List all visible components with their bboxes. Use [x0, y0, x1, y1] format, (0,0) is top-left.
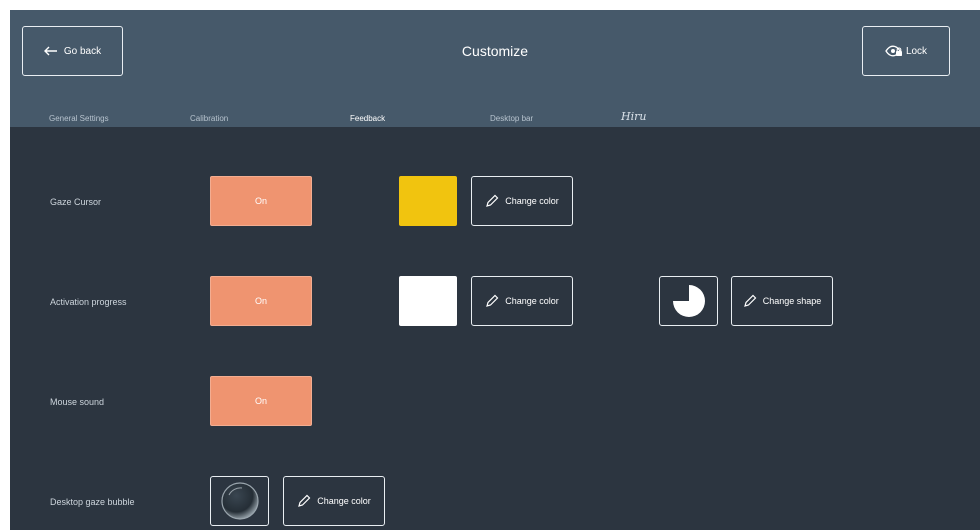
- desktop-gaze-bubble-change-color-button[interactable]: Change color: [283, 476, 385, 526]
- activation-progress-shape-preview: [659, 276, 718, 326]
- activation-progress-color-swatch: [399, 276, 457, 326]
- gaze-cursor-color-swatch: [399, 176, 457, 226]
- mouse-sound-label: Mouse sound: [50, 397, 105, 407]
- page-title: Customize: [461, 43, 529, 59]
- activation-progress-change-shape-label: Change shape: [762, 296, 822, 306]
- activation-progress-toggle[interactable]: On: [210, 276, 312, 326]
- desktop-gaze-bubble-preview: [210, 476, 269, 526]
- active-tab-indicator: [297, 127, 443, 143]
- app-window: Go back Customize Lock General Settings …: [10, 10, 980, 530]
- activation-progress-change-color-button[interactable]: Change color: [471, 276, 573, 326]
- desktop-gaze-bubble-change-color-label: Change color: [317, 496, 371, 506]
- header: Go back Customize Lock General Settings …: [10, 10, 980, 127]
- tab-feedback[interactable]: Feedback: [350, 114, 385, 123]
- pencil-icon: [743, 294, 757, 307]
- tab-hiru[interactable]: Hiru: [621, 110, 646, 123]
- tab-general-settings[interactable]: General Settings: [49, 114, 109, 123]
- gaze-cursor-change-color-button[interactable]: Change color: [471, 176, 573, 226]
- lock-label: Lock: [905, 45, 928, 57]
- activation-progress-change-color-label: Change color: [505, 296, 559, 306]
- eye-lock-icon: [885, 45, 902, 57]
- pencil-icon: [298, 494, 311, 507]
- mouse-sound-toggle[interactable]: On: [210, 376, 312, 426]
- lock-button[interactable]: Lock: [862, 26, 950, 76]
- gaze-cursor-toggle-label: On: [254, 196, 267, 206]
- activation-progress-label: Activation progress: [50, 297, 127, 307]
- activation-progress-toggle-label: On: [254, 296, 267, 306]
- pencil-icon: [486, 294, 499, 307]
- activation-progress-change-shape-button[interactable]: Change shape: [731, 276, 833, 326]
- gaze-cursor-change-color-label: Change color: [505, 196, 559, 206]
- tab-calibration[interactable]: Calibration: [190, 114, 228, 123]
- gaze-cursor-toggle[interactable]: On: [210, 176, 312, 226]
- pencil-icon: [486, 194, 499, 207]
- pie-progress-icon: [672, 285, 705, 317]
- mouse-sound-toggle-label: On: [254, 396, 267, 406]
- gaze-cursor-label: Gaze Cursor: [50, 197, 102, 207]
- tab-desktop-bar[interactable]: Desktop bar: [490, 114, 533, 123]
- desktop-gaze-bubble-label: Desktop gaze bubble: [50, 497, 135, 507]
- gaze-bubble-icon: [220, 482, 259, 520]
